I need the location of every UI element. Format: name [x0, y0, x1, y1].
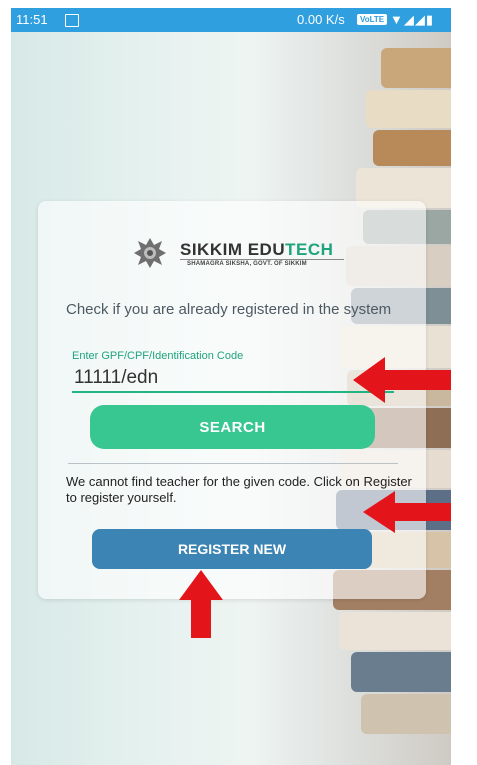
annotation-arrow-message — [363, 491, 451, 533]
code-field-label: Enter GPF/CPF/Identification Code — [72, 350, 244, 362]
brand-title: SIKKIM EDUTECH — [180, 240, 334, 259]
status-bar: 11:51 0.00 K/s VoLTE ▼◢◢▮ — [11, 8, 451, 32]
sikkim-edutech-logo: SIKKIM EDUTECH SHAMAGRA SIKSHA, GOVT. OF… — [132, 235, 352, 271]
divider — [68, 463, 398, 464]
battery-icon: ▮ — [425, 12, 435, 27]
register-new-button[interactable]: REGISTER NEW — [92, 529, 372, 569]
annotation-arrow-register — [179, 570, 223, 638]
status-time: 11:51 — [16, 12, 48, 27]
signal-icon: ◢◢ — [403, 12, 426, 27]
search-button[interactable]: SEARCH — [90, 405, 375, 449]
registration-prompt: Check if you are already registered in t… — [66, 301, 392, 318]
wifi-icon: ▼ — [390, 12, 404, 27]
emblem-icon — [134, 238, 166, 268]
annotation-arrow-input — [353, 357, 451, 403]
identification-code-input[interactable] — [72, 365, 394, 393]
network-speed: 0.00 K/s — [297, 12, 345, 27]
brand-subtitle: SHAMAGRA SIKSHA, GOVT. OF SIKKIM — [187, 261, 307, 267]
volte-icon: VoLTE — [357, 14, 388, 25]
image-icon — [65, 14, 79, 27]
app-screen: 11:51 0.00 K/s VoLTE ▼◢◢▮ SIKKIM EDUTECH… — [11, 8, 451, 765]
